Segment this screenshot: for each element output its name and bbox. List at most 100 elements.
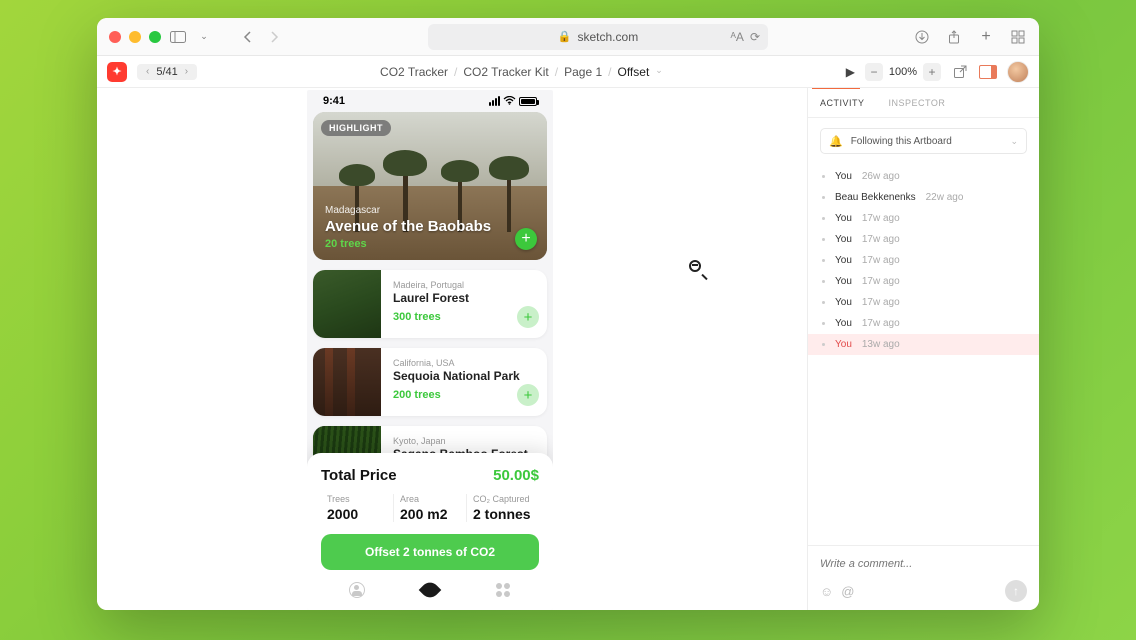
stat-label: Trees — [327, 494, 387, 504]
panel-toggle-icon[interactable] — [979, 65, 997, 79]
summary-title: Total Price — [321, 467, 397, 484]
activity-row[interactable]: You 17w ago — [808, 313, 1039, 334]
close-icon[interactable] — [109, 31, 121, 43]
activity-author: Beau Bekkenenks — [835, 192, 916, 203]
chevron-down-icon: ⌄ — [1010, 136, 1018, 147]
tab-home-icon[interactable] — [347, 580, 367, 600]
stat-value: 2 tonnes — [473, 506, 533, 522]
bullet-icon — [822, 196, 825, 199]
tab-more-icon[interactable] — [493, 580, 513, 600]
zoom-in-button[interactable]: + — [923, 63, 941, 81]
offset-cta-button[interactable]: Offset 2 tonnes of CO2 — [321, 534, 539, 570]
card-location: Kyoto, Japan — [393, 436, 537, 446]
emoji-icon[interactable]: ☺ — [820, 584, 833, 599]
stat-label: CO₂ Captured — [473, 494, 533, 504]
activity-time: 13w ago — [862, 339, 900, 350]
bullet-icon — [822, 259, 825, 262]
activity-time: 17w ago — [862, 213, 900, 224]
battery-icon — [519, 97, 537, 106]
activity-row[interactable]: You17w ago — [808, 208, 1039, 229]
activity-author: You — [835, 171, 852, 182]
activity-time: 17w ago — [862, 297, 900, 308]
bullet-icon — [822, 322, 825, 325]
thumbnail — [313, 348, 381, 416]
comment-bar: ☺ @ ↑ — [808, 545, 1039, 610]
activity-row[interactable]: Beau Bekkenenks22w ago — [808, 187, 1039, 208]
activity-row[interactable]: You17w ago — [808, 250, 1039, 271]
activity-row[interactable]: You17w ago — [808, 229, 1039, 250]
bullet-icon — [822, 217, 825, 220]
lock-icon: 🔒 — [558, 30, 572, 43]
activity-time: 17w ago — [862, 318, 900, 329]
side-panel: ACTIVITY INSPECTOR 🔔 Following this Artb… — [807, 88, 1039, 610]
maximize-icon[interactable] — [149, 31, 161, 43]
zoom-value: 100% — [887, 66, 919, 78]
reader-icon[interactable]: ᴬA — [730, 30, 743, 44]
comment-input[interactable] — [820, 558, 1027, 570]
crumb[interactable]: Page 1 — [564, 65, 602, 79]
activity-row[interactable]: You17w ago — [808, 292, 1039, 313]
thumbnail — [313, 270, 381, 338]
zoom-out-button[interactable]: − — [865, 63, 883, 81]
downloads-icon[interactable] — [913, 28, 931, 46]
next-artboard-icon[interactable]: › — [182, 66, 191, 77]
sidebar-toggle-icon[interactable] — [169, 28, 187, 46]
app-toolbar: ✦ ‹ 5/41 › CO2 Tracker/ CO2 Tracker Kit/… — [97, 56, 1039, 88]
signal-icon — [489, 96, 500, 106]
new-tab-icon[interactable]: + — [977, 28, 995, 46]
card-title: Laurel Forest — [393, 291, 537, 305]
activity-row[interactable]: You13w ago — [808, 334, 1039, 355]
send-button[interactable]: ↑ — [1005, 580, 1027, 602]
activity-author: You — [835, 276, 852, 287]
hero-title: Avenue of the Baobabs — [325, 218, 507, 235]
artboard-nav: ‹ 5/41 › — [137, 64, 197, 80]
chevron-down-icon[interactable]: ⌄ — [195, 28, 213, 46]
safari-titlebar: ⌄ 🔒 sketch.com ᴬA ⟳ + — [97, 18, 1039, 56]
bullet-icon — [822, 175, 825, 178]
bullet-icon — [822, 280, 825, 283]
share-icon[interactable] — [945, 28, 963, 46]
tab-activity[interactable]: ACTIVITY — [808, 88, 877, 117]
activity-row[interactable]: You26w ago — [808, 166, 1039, 187]
nav-forward-icon[interactable] — [265, 28, 283, 46]
user-avatar[interactable] — [1007, 61, 1029, 83]
address-bar[interactable]: 🔒 sketch.com ᴬA ⟳ — [428, 24, 768, 50]
forest-card[interactable]: Madeira, Portugal Laurel Forest 300 tree… — [313, 270, 547, 338]
hero-card[interactable]: HIGHLIGHT Madagascar Avenue of the Baoba… — [313, 112, 547, 260]
summary-price: 50.00$ — [493, 467, 539, 484]
reload-icon[interactable]: ⟳ — [750, 30, 760, 44]
open-external-icon[interactable] — [951, 63, 969, 81]
activity-author: You — [835, 318, 852, 329]
crumb-current[interactable]: Offset — [617, 65, 649, 79]
add-button[interactable]: + — [517, 384, 539, 406]
add-button[interactable]: + — [515, 228, 537, 250]
breadcrumb-chevron-icon[interactable]: ⌄ — [655, 65, 663, 79]
artboard-counter: 5/41 — [156, 66, 177, 78]
tab-offset-icon[interactable] — [420, 580, 440, 600]
activity-row[interactable]: You 17w ago — [808, 271, 1039, 292]
activity-time: 17w ago — [862, 276, 900, 287]
canvas[interactable]: 9:41 HIGHLIGHT — [97, 88, 807, 610]
mention-icon[interactable]: @ — [841, 584, 854, 599]
card-treecount: 300 trees — [393, 311, 537, 323]
crumb[interactable]: CO2 Tracker — [380, 65, 448, 79]
window-traffic-lights[interactable] — [109, 31, 161, 43]
minimize-icon[interactable] — [129, 31, 141, 43]
activity-author: You — [835, 234, 852, 245]
nav-back-icon[interactable] — [239, 28, 257, 46]
play-icon[interactable]: ▶ — [846, 65, 855, 79]
tabs-overview-icon[interactable] — [1009, 28, 1027, 46]
app-logo-icon[interactable]: ✦ — [107, 62, 127, 82]
activity-list[interactable]: You26w agoBeau Bekkenenks22w ago You 17w a… — [808, 164, 1039, 545]
stat-value: 2000 — [327, 506, 387, 522]
forest-card[interactable]: California, USA Sequoia National Park 20… — [313, 348, 547, 416]
prev-artboard-icon[interactable]: ‹ — [143, 66, 152, 77]
add-button[interactable]: + — [517, 306, 539, 328]
card-location: Madeira, Portugal — [393, 280, 537, 290]
summary-sheet: Total Price 50.00$ Trees 2000 Area 200 m… — [307, 453, 553, 610]
crumb[interactable]: CO2 Tracker Kit — [463, 65, 548, 79]
bullet-icon — [822, 301, 825, 304]
follow-dropdown[interactable]: 🔔 Following this Artboard ⌄ — [820, 128, 1027, 154]
highlight-badge: HIGHLIGHT — [321, 120, 391, 136]
tab-inspector[interactable]: INSPECTOR — [877, 88, 958, 117]
